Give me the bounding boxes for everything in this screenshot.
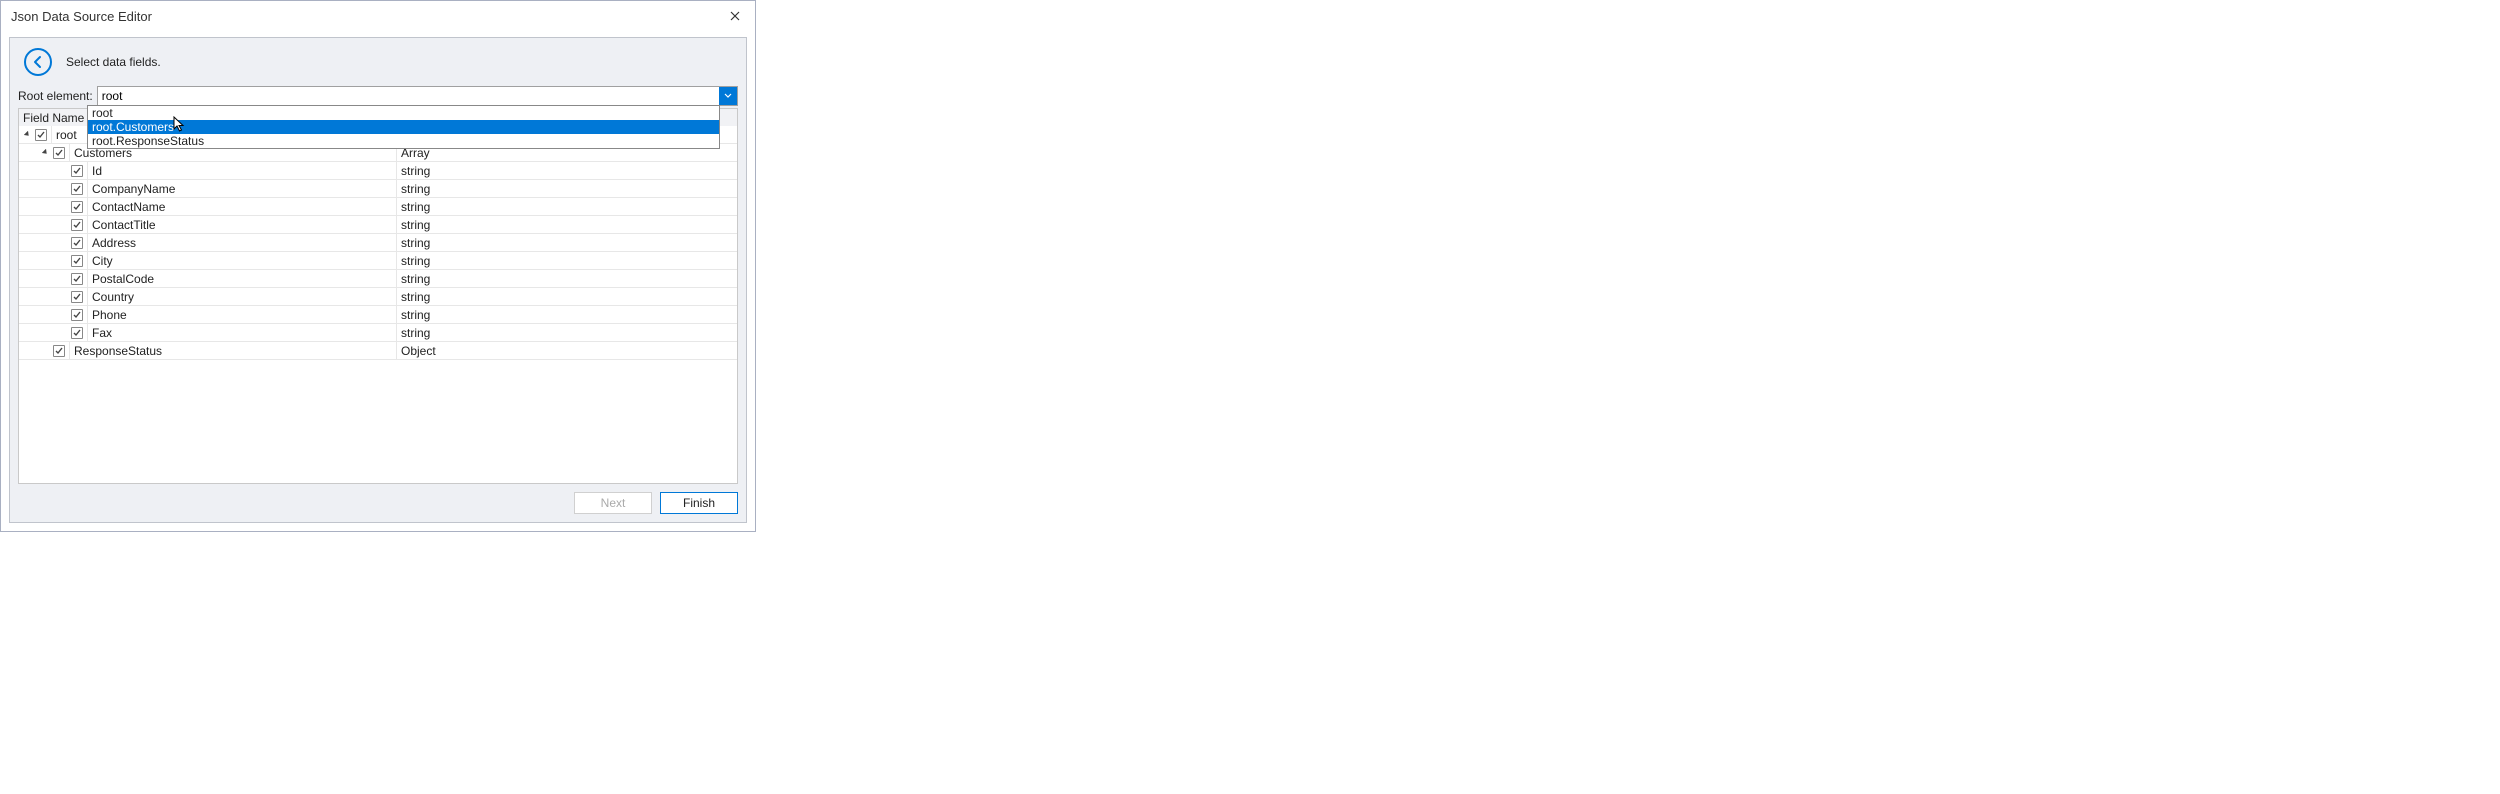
dropdown-option[interactable]: root — [88, 106, 719, 120]
tree-row[interactable]: ResponseStatusObject — [19, 342, 737, 360]
root-element-dropdown[interactable]: rootroot.Customersroot.ResponseStatus — [87, 105, 720, 149]
field-name-label: City — [87, 252, 396, 269]
indent — [19, 327, 87, 339]
field-type-label: string — [396, 198, 737, 215]
indent — [19, 291, 87, 303]
field-tree[interactable]: rootCustomersArrayIdstringCompanyNamestr… — [18, 126, 738, 484]
field-name-label: CompanyName — [87, 180, 396, 197]
checkbox[interactable] — [71, 273, 83, 285]
indent — [19, 345, 69, 357]
field-type-label: string — [396, 270, 737, 287]
root-element-row: Root element: rootroot.Customersroot.Res… — [10, 86, 746, 106]
tree-row[interactable]: CompanyNamestring — [19, 180, 737, 198]
combo-dropdown-button[interactable] — [719, 87, 737, 105]
field-name-label: Phone — [87, 306, 396, 323]
indent — [19, 219, 87, 231]
name-cell: Country — [19, 288, 396, 305]
indent — [19, 255, 87, 267]
field-name-label: Country — [87, 288, 396, 305]
titlebar: Json Data Source Editor — [1, 1, 755, 31]
dropdown-option[interactable]: root.Customers — [88, 120, 719, 134]
root-element-label: Root element: — [18, 89, 93, 103]
tree-row[interactable]: ContactNamestring — [19, 198, 737, 216]
name-cell: ResponseStatus — [19, 342, 396, 359]
indent — [19, 273, 87, 285]
field-type-label: string — [396, 216, 737, 233]
name-cell: ContactName — [19, 198, 396, 215]
indent — [19, 129, 51, 141]
checkbox[interactable] — [71, 165, 83, 177]
dialog-window: Json Data Source Editor Select data fiel… — [0, 0, 756, 532]
tree-row[interactable]: PostalCodestring — [19, 270, 737, 288]
tree-row[interactable]: Phonestring — [19, 306, 737, 324]
checkbox[interactable] — [35, 129, 47, 141]
checkbox[interactable] — [53, 345, 65, 357]
instruction-text: Select data fields. — [66, 55, 161, 69]
chevron-down-icon — [724, 93, 732, 99]
checkbox[interactable] — [71, 219, 83, 231]
field-name-label: Id — [87, 162, 396, 179]
checkbox[interactable] — [71, 309, 83, 321]
close-icon — [730, 11, 740, 21]
name-cell: Address — [19, 234, 396, 251]
checkbox[interactable] — [71, 255, 83, 267]
tree-row[interactable]: ContactTitlestring — [19, 216, 737, 234]
tree-row[interactable]: Faxstring — [19, 324, 737, 342]
close-button[interactable] — [723, 6, 747, 26]
field-type-label: string — [396, 162, 737, 179]
tree-row[interactable]: Citystring — [19, 252, 737, 270]
name-cell: ContactTitle — [19, 216, 396, 233]
expander-icon[interactable] — [23, 130, 33, 140]
name-cell: CompanyName — [19, 180, 396, 197]
name-cell: PostalCode — [19, 270, 396, 287]
indent — [19, 237, 87, 249]
field-name-label: Address — [87, 234, 396, 251]
finish-button[interactable]: Finish — [660, 492, 738, 514]
field-type-label: string — [396, 180, 737, 197]
tree-row[interactable]: Countrystring — [19, 288, 737, 306]
checkbox[interactable] — [71, 291, 83, 303]
checkbox[interactable] — [71, 237, 83, 249]
expander-icon[interactable] — [41, 148, 51, 158]
indent — [19, 147, 69, 159]
field-type-label: string — [396, 324, 737, 341]
dropdown-option[interactable]: root.ResponseStatus — [88, 134, 719, 148]
checkbox[interactable] — [71, 183, 83, 195]
panel-header: Select data fields. — [10, 38, 746, 86]
field-type-label: string — [396, 306, 737, 323]
field-type-label: string — [396, 234, 737, 251]
window-title: Json Data Source Editor — [11, 9, 723, 24]
tree-row[interactable]: Addressstring — [19, 234, 737, 252]
indent — [19, 165, 87, 177]
field-name-label: Fax — [87, 324, 396, 341]
name-cell: Id — [19, 162, 396, 179]
checkbox[interactable] — [53, 147, 65, 159]
wizard-panel: Select data fields. Root element: rootro… — [9, 37, 747, 523]
indent — [19, 201, 87, 213]
field-name-label: ContactName — [87, 198, 396, 215]
footer: Next Finish — [10, 484, 746, 522]
tree-row[interactable]: Idstring — [19, 162, 737, 180]
next-button: Next — [574, 492, 652, 514]
checkbox[interactable] — [71, 201, 83, 213]
indent — [19, 309, 87, 321]
name-cell: Fax — [19, 324, 396, 341]
field-type-label: Object — [396, 342, 737, 359]
root-element-input[interactable] — [98, 87, 719, 105]
field-name-label: PostalCode — [87, 270, 396, 287]
arrow-left-icon — [30, 54, 46, 70]
field-type-label: string — [396, 252, 737, 269]
field-type-label: string — [396, 288, 737, 305]
root-element-combo[interactable] — [97, 86, 738, 106]
name-cell: City — [19, 252, 396, 269]
back-button[interactable] — [24, 48, 52, 76]
name-cell: Phone — [19, 306, 396, 323]
indent — [19, 183, 87, 195]
field-name-label: ResponseStatus — [69, 342, 396, 359]
field-name-label: ContactTitle — [87, 216, 396, 233]
checkbox[interactable] — [71, 327, 83, 339]
